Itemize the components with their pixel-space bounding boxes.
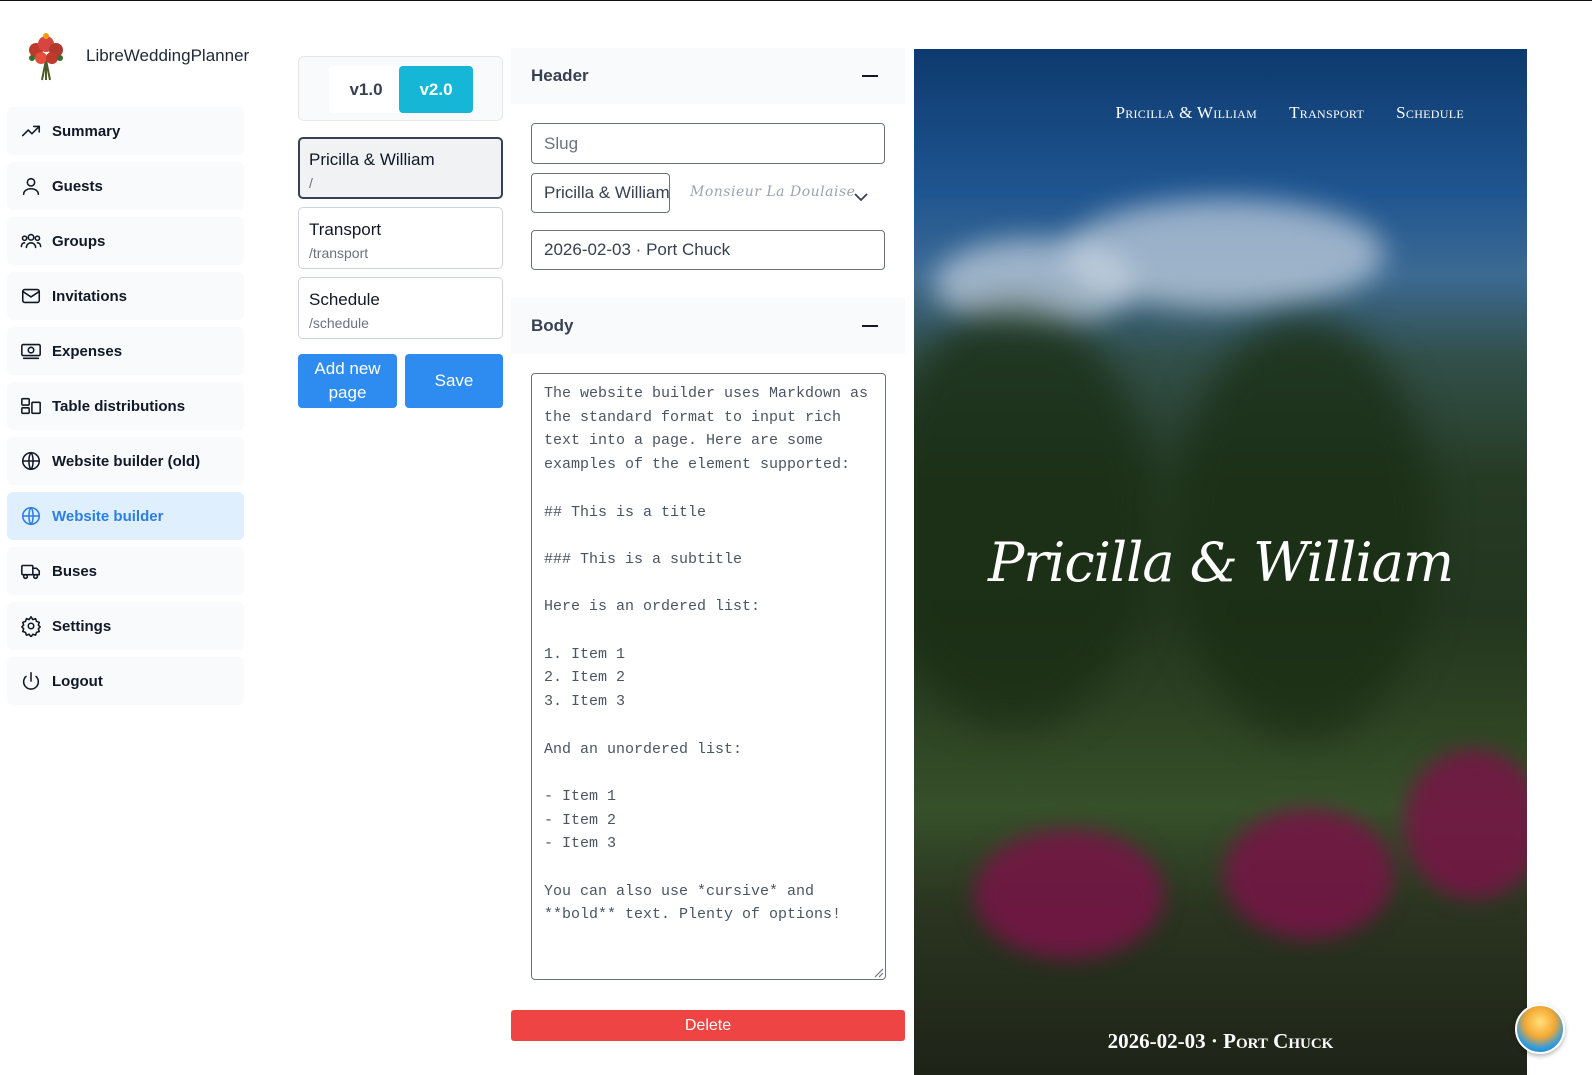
sidebar-item-label: Guests <box>52 177 103 195</box>
preview-flower-bush <box>1224 809 1394 939</box>
preview-tree <box>914 309 1154 729</box>
sidebar-item-label: Table distributions <box>52 397 186 415</box>
sidebar-item-buses[interactable]: Buses <box>7 547 244 595</box>
table-layout-icon <box>21 397 41 415</box>
website-preview: Pricilla & William Transport Schedule Pr… <box>914 49 1527 1075</box>
page-slug: /transport <box>309 245 369 261</box>
app-name: LibreWeddingPlanner <box>86 46 250 65</box>
sidebar-nav: Summary Guests Groups Invitations Expens… <box>7 107 244 712</box>
users-icon <box>20 233 42 249</box>
sidebar-item-guests[interactable]: Guests <box>7 162 244 210</box>
banknote-icon <box>21 343 41 360</box>
trending-up-icon <box>21 125 41 137</box>
page-card-schedule[interactable]: Schedule /schedule <box>298 277 503 339</box>
sidebar-item-expenses[interactable]: Expenses <box>7 327 244 375</box>
subtitle-input[interactable]: 2026-02-03 · Port Chuck <box>531 230 885 270</box>
page-title: Transport <box>309 220 382 239</box>
sidebar-item-label: Buses <box>52 562 98 580</box>
version-v1-button[interactable]: v1.0 <box>329 66 403 113</box>
power-icon <box>22 671 40 690</box>
user-avatar[interactable] <box>1515 1004 1565 1054</box>
sidebar-item-website-builder-old[interactable]: Website builder (old) <box>7 437 244 485</box>
preview-nav-link[interactable]: Schedule <box>1396 103 1464 123</box>
truck-icon <box>21 564 41 580</box>
sidebar-item-label: Invitations <box>52 287 128 305</box>
page-slug: / <box>309 175 313 191</box>
page-card-transport[interactable]: Transport /transport <box>298 207 503 269</box>
preview-nav-link[interactable]: Pricilla & William <box>1115 103 1257 123</box>
window-top-border <box>0 0 1592 1</box>
preview-flower-bush <box>1404 749 1527 899</box>
preview-date-place: 2026-02-03 · Port Chuck <box>1107 1029 1334 1053</box>
delete-button[interactable]: Delete <box>511 1010 905 1041</box>
sidebar-item-label: Groups <box>52 232 106 250</box>
preview-tree <box>1174 319 1434 739</box>
names-input[interactable]: Pricilla & William <box>531 173 670 213</box>
envelope-icon <box>21 288 41 304</box>
gear-icon <box>21 616 41 637</box>
preview-nav: Pricilla & William Transport Schedule <box>1115 103 1464 123</box>
bouquet-logo-icon <box>29 33 63 81</box>
header-section-toggle[interactable]: Header <box>511 48 905 104</box>
collapse-icon <box>862 75 878 77</box>
sidebar-item-website-builder[interactable]: Website builder <box>7 492 244 540</box>
version-toggle: v1.0 v2.0 <box>298 56 503 121</box>
page-slug: /schedule <box>309 315 369 331</box>
sidebar-item-summary[interactable]: Summary <box>7 107 244 155</box>
globe-icon <box>21 506 41 526</box>
sidebar-item-table-distributions[interactable]: Table distributions <box>7 382 244 430</box>
user-icon <box>22 177 40 196</box>
sidebar-item-invitations[interactable]: Invitations <box>7 272 244 320</box>
sidebar-item-label: Expenses <box>52 342 123 360</box>
page-title: Schedule <box>309 290 380 309</box>
save-button[interactable]: Save <box>405 354 503 408</box>
sidebar-item-settings[interactable]: Settings <box>7 602 244 650</box>
version-v2-button[interactable]: v2.0 <box>399 66 473 113</box>
sidebar-item-logout[interactable]: Logout <box>7 657 244 705</box>
sidebar-item-label: Settings <box>52 617 112 635</box>
body-section-toggle[interactable]: Body <box>511 298 905 354</box>
sidebar-item-label: Website builder <box>52 507 164 525</box>
font-select[interactable]: Monsieur La Doulaise <box>690 184 855 200</box>
preview-flower-bush <box>974 829 1164 959</box>
slug-input[interactable]: Slug <box>531 123 885 164</box>
sidebar-item-groups[interactable]: Groups <box>7 217 244 265</box>
chevron-down-icon[interactable] <box>852 188 870 206</box>
sidebar-item-label: Logout <box>52 672 103 690</box>
preview-nav-link[interactable]: Transport <box>1289 103 1364 123</box>
page-title: Pricilla & William <box>309 150 435 169</box>
section-title: Header <box>531 66 589 85</box>
globe-icon <box>21 451 41 471</box>
sidebar-item-label: Summary <box>52 122 121 140</box>
body-markdown-textarea[interactable]: The website builder uses Markdown as the… <box>531 373 886 980</box>
collapse-icon <box>862 325 878 327</box>
sidebar-item-label: Website builder (old) <box>52 452 201 470</box>
resize-handle-icon[interactable] <box>872 966 884 978</box>
preview-couple-names: Pricilla & William <box>987 531 1454 594</box>
brand[interactable]: LibreWeddingPlanner <box>22 30 249 82</box>
add-page-button[interactable]: Add new page <box>298 354 397 408</box>
section-title: Body <box>531 316 574 335</box>
page-card-home[interactable]: Pricilla & William / <box>298 137 503 199</box>
